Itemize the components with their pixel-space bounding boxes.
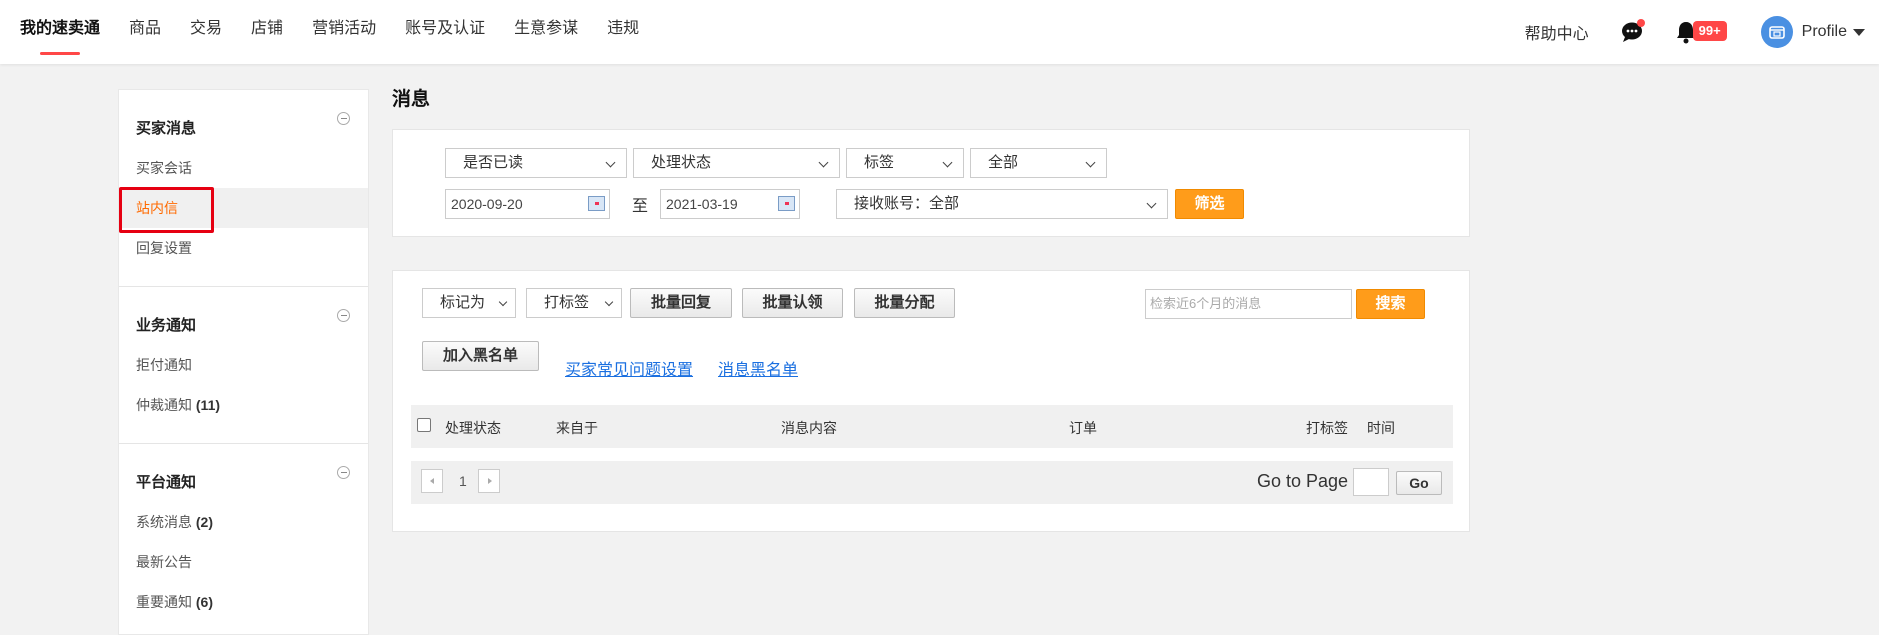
sidebar-section-title: 买家消息 [136,120,197,137]
unread-dot [1636,19,1645,27]
sidebar-item-buyer-chat[interactable]: 买家会话 [119,148,368,188]
sidebar: 买家消息 买家会话 站内信 回复设置 业务通知 拒付通知 仲裁通知 (11) 平… [118,89,369,635]
goto-page-label: Go to Page [1257,471,1349,491]
process-status-select[interactable]: 处理状态 [633,148,840,178]
sidebar-item-label: 拒付通知 [136,357,192,373]
chevron-down-icon[interactable] [1853,28,1865,36]
sidebar-item-reply-settings[interactable]: 回复设置 [119,228,368,268]
table-header: 处理状态 来自于 消息内容 订单 打标签 时间 [411,405,1453,448]
date-from-value: 2020-09-20 [451,196,523,212]
tag-dropdown[interactable]: 打标签 [526,288,622,318]
sidebar-item-important-notices[interactable]: 重要通知 (6) [119,582,368,622]
filter-button[interactable]: 筛选 [1175,189,1244,219]
search-button[interactable]: 搜索 [1356,289,1425,319]
sidebar-section-title: 平台通知 [136,474,197,491]
notification-badge: 99+ [1692,21,1727,41]
sidebar-item-chargeback-notice[interactable]: 拒付通知 [119,345,368,385]
sidebar-section-business-notices: 业务通知 拒付通知 仲裁通知 (11) [119,287,368,444]
date-range-separator: 至 [632,198,649,215]
page-title: 消息 [392,89,431,110]
top-navigation-bar: 我的速卖通 商品 交易 店铺 营销活动 账号及认证 生意参谋 违规 帮助中心 9… [0,0,1879,64]
receiving-account-select[interactable]: 接收账号：全部 [836,189,1168,219]
nav-my-aliexpress[interactable]: 我的速卖通 [20,0,100,64]
date-from-field[interactable]: 2020-09-20 [445,189,610,219]
column-header-order: 订单 [1069,420,1097,436]
count-badge: (11) [195,397,221,413]
help-center-link[interactable]: 帮助中心 [1525,20,1589,44]
collapse-icon[interactable] [337,309,350,322]
nav-products[interactable]: 商品 [129,0,161,64]
column-header-time: 时间 [1367,420,1395,436]
count-badge: (2) [195,514,214,530]
mark-as-dropdown[interactable]: 标记为 [422,288,516,318]
sidebar-section-title: 业务通知 [136,317,197,334]
sidebar-item-label: 重要通知 [136,594,192,610]
sidebar-item-label: 回复设置 [136,240,192,256]
sidebar-item-label: 仲裁通知 [136,397,192,413]
sidebar-item-arbitration-notice[interactable]: 仲裁通知 (11) [119,385,368,425]
sidebar-item-label: 系统消息 [136,514,192,530]
pagination-bar: 1 Go to Page Go [411,461,1453,504]
go-button[interactable]: Go [1396,471,1442,495]
chat-icon[interactable] [1619,19,1645,45]
goto-page-input[interactable] [1353,468,1389,496]
tag-select[interactable]: 标签 [846,148,964,178]
sidebar-item-label: 最新公告 [136,554,192,570]
sidebar-item-site-mail[interactable]: 站内信 [119,187,368,233]
date-to-value: 2021-03-19 [666,196,738,212]
calendar-icon[interactable] [778,196,795,211]
batch-assign-button[interactable]: 批量分配 [854,288,955,318]
column-header-from: 来自于 [556,420,598,436]
sidebar-item-label: 买家会话 [136,160,192,176]
next-page-icon[interactable] [478,469,500,493]
category-select[interactable]: 全部 [970,148,1107,178]
current-page-number[interactable]: 1 [459,473,467,489]
date-to-field[interactable]: 2021-03-19 [660,189,800,219]
add-blacklist-button[interactable]: 加入黑名单 [422,341,539,371]
batch-reply-button[interactable]: 批量回复 [630,288,732,318]
message-list-panel: 标记为 打标签 批量回复 批量认领 批量分配 检索近6个月的消息 搜索 加入黑名… [392,270,1470,532]
bell-icon[interactable]: 99+ [1673,19,1727,45]
sidebar-item-system-messages[interactable]: 系统消息 (2) [119,502,368,542]
select-all-checkbox[interactable] [417,418,431,432]
filter-panel: 是否已读 处理状态 标签 全部 2020-09-20 至 2021-03-19 … [392,129,1470,237]
batch-claim-button[interactable]: 批量认领 [742,288,843,318]
user-nav: 帮助中心 99+ Profile [1525,0,1865,64]
read-status-select[interactable]: 是否已读 [445,148,627,178]
nav-transactions[interactable]: 交易 [190,0,222,64]
main-nav: 我的速卖通 商品 交易 店铺 营销活动 账号及认证 生意参谋 违规 [0,0,668,64]
column-header-status: 处理状态 [445,420,501,436]
collapse-icon[interactable] [337,112,350,125]
message-search-input[interactable]: 检索近6个月的消息 [1145,289,1352,319]
prev-page-icon[interactable] [421,469,443,493]
sidebar-section-buyer-messages: 买家消息 买家会话 站内信 回复设置 [119,90,368,287]
nav-account-verification[interactable]: 账号及认证 [405,0,485,64]
highlight-box [119,187,214,233]
sidebar-section-platform-notices: 平台通知 系统消息 (2) 最新公告 重要通知 (6) [119,444,368,635]
nav-store[interactable]: 店铺 [251,0,283,64]
sidebar-item-latest-announcements[interactable]: 最新公告 [119,542,368,582]
column-header-tag: 打标签 [1306,420,1348,436]
calendar-icon[interactable] [588,196,605,211]
profile-menu[interactable]: Profile [1802,23,1847,41]
avatar[interactable] [1760,16,1793,48]
collapse-icon[interactable] [337,466,350,479]
faq-settings-link[interactable]: 买家常见问题设置 [565,356,693,380]
column-header-content: 消息内容 [781,420,837,436]
message-blacklist-link[interactable]: 消息黑名单 [718,356,798,380]
nav-marketing[interactable]: 营销活动 [312,0,376,64]
nav-business-advisor[interactable]: 生意参谋 [514,0,578,64]
nav-violations[interactable]: 违规 [607,0,639,64]
count-badge: (6) [195,594,214,610]
